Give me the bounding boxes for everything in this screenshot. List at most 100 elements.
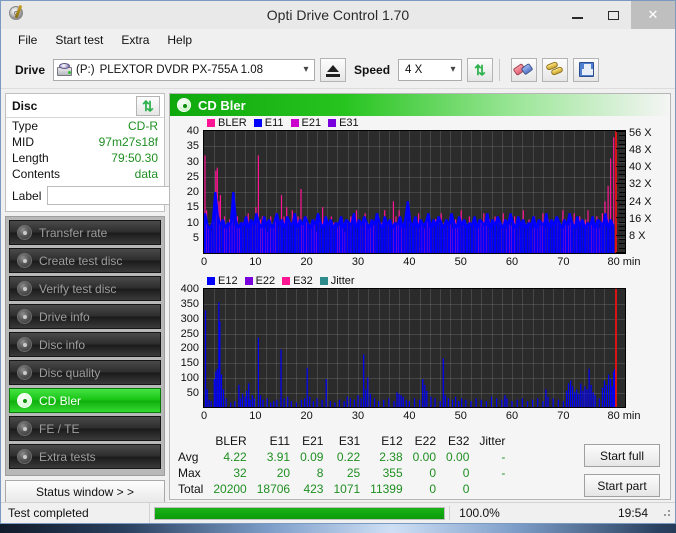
menu-item-start-test[interactable]: Start test xyxy=(46,31,112,49)
e12-chart[interactable]: E12 E22 E32 Jitter 50 100 150 200 250 300 350 400 0 1… xyxy=(170,274,670,428)
menu-item-file[interactable]: File xyxy=(9,31,46,49)
stat-total-e32: 0 xyxy=(462,482,470,496)
sidebar-item-cd-bler[interactable]: CD Bler xyxy=(9,388,161,413)
save-button[interactable] xyxy=(573,57,600,82)
disc-label-row: Label xyxy=(6,182,251,211)
eject-button[interactable] xyxy=(320,57,347,82)
stat-avg-jitter: - xyxy=(501,450,506,464)
start-full-button[interactable]: Start full xyxy=(584,444,660,467)
stat-total-bler: 20200 xyxy=(213,482,247,496)
tools-button[interactable] xyxy=(542,57,569,82)
y-tick-label: 30 xyxy=(186,155,199,168)
refresh-icon: ⇅ xyxy=(142,97,154,114)
sidebar-item-transfer-rate[interactable]: Transfer rate xyxy=(9,220,161,245)
stat-total-e31: 1071 xyxy=(333,482,361,496)
sidebar-item-drive-info[interactable]: Drive info xyxy=(9,304,161,329)
test-action-buttons: Start full Start part xyxy=(584,432,664,497)
sidebar-item-label: Create test disc xyxy=(39,253,123,268)
sidebar-item-disc-quality[interactable]: Disc quality xyxy=(9,360,161,385)
menu-item-extra[interactable]: Extra xyxy=(112,31,158,49)
app-disc-icon xyxy=(6,4,28,26)
status-bar: Test completed 100.0% 19:54 xyxy=(1,502,675,523)
sidebar-item-label: Disc info xyxy=(39,337,86,352)
column-header-e21: E21 xyxy=(302,433,324,448)
speed-select[interactable]: 4 X ▾ xyxy=(398,58,463,81)
disc-key-contents: Contents xyxy=(12,167,61,181)
chart-legend: E12 E22 E32 Jitter xyxy=(207,275,355,287)
sidebar-item-label: Drive info xyxy=(39,309,90,324)
y-tick-label: 20 xyxy=(186,186,199,198)
disc-value-mid: 97m27s18f xyxy=(98,135,158,149)
status-message: Test completed xyxy=(8,506,89,520)
x-tick-label: 0 xyxy=(200,410,208,423)
sidebar-item-label: Disc quality xyxy=(39,365,101,380)
y-tick-label: 15 xyxy=(186,201,199,214)
legend-item: E12 xyxy=(207,275,238,287)
application-window: Opti Drive Control 1.70 ✕ File Start tes… xyxy=(0,0,676,524)
main-panel: CD Bler BLER E11 E21 E31 5 10 15 20 25 30 35 40 8 X 1… xyxy=(169,93,671,500)
y-tick-label: 250 xyxy=(180,327,199,340)
y-tick-label: 10 xyxy=(186,216,199,229)
sidebar-item-label: CD Bler xyxy=(39,393,82,408)
sidebar: Disc ⇅ Type CD-R MID 97m27s18f Length 79… xyxy=(5,93,251,504)
sidebar-item-label: FE / TE xyxy=(39,421,80,436)
y-tick-label: 300 xyxy=(180,312,199,325)
legend-label: Jitter xyxy=(330,275,355,288)
disc-value-contents: data xyxy=(134,167,158,181)
legend-item: E21 xyxy=(290,117,321,129)
disc-refresh-button[interactable]: ⇅ xyxy=(136,95,160,116)
drive-select[interactable]: (P:) PLEXTOR DVDR PX-755A 1.08 ▾ xyxy=(53,58,316,81)
disc-test-icon xyxy=(17,337,32,352)
stat-avg-bler: 4.22 xyxy=(223,450,247,464)
menu-item-help[interactable]: Help xyxy=(158,31,201,49)
x-tick-label: 50 xyxy=(454,410,467,423)
y2-tick-label: 32 X xyxy=(629,178,652,191)
stat-avg-e21: 0.09 xyxy=(300,450,324,464)
tools-icon xyxy=(545,60,564,77)
sidebar-item-extra-tests[interactable]: Extra tests xyxy=(9,444,161,469)
y-tick-label: 50 xyxy=(186,386,199,399)
table-header-row: BLER E11 E21 E31 E12 E22 E32 Jitter xyxy=(176,432,510,449)
start-part-button[interactable]: Start part xyxy=(584,474,660,497)
minimize-icon[interactable] xyxy=(559,1,595,29)
disc-row-length: Length 79:50.30 xyxy=(6,150,164,166)
sidebar-item-create-test-disc[interactable]: Create test disc xyxy=(9,248,161,273)
chevron-down-icon: ▾ xyxy=(450,64,456,75)
legend-item: Jitter xyxy=(319,275,355,288)
disc-value-type: CD-R xyxy=(128,119,158,133)
refresh-button[interactable]: ⇅ xyxy=(467,57,494,82)
progress-cell xyxy=(149,503,449,523)
speed-label: Speed xyxy=(354,62,391,77)
disc-row-type: Type CD-R xyxy=(6,118,164,134)
y-tick-label: 100 xyxy=(180,371,199,384)
stat-avg-e12: 2.38 xyxy=(379,450,403,464)
disc-row-contents: Contents data xyxy=(6,166,164,182)
sidebar-item-verify-test-disc[interactable]: Verify test disc xyxy=(9,276,161,301)
legend-label: E11 xyxy=(264,117,284,129)
maximize-icon[interactable] xyxy=(595,1,631,29)
disc-test-icon xyxy=(17,309,32,324)
refresh-icon: ⇅ xyxy=(474,61,486,78)
stat-max-jitter: - xyxy=(501,466,506,480)
speed-value: 4 X xyxy=(405,63,423,76)
stat-max-e12: 355 xyxy=(382,466,403,480)
close-icon[interactable]: ✕ xyxy=(631,1,675,29)
stat-total-e22: 0 xyxy=(429,482,437,496)
sidebar-item-disc-info[interactable]: Disc info xyxy=(9,332,161,357)
nav-list: Transfer rate Create test disc Verify te… xyxy=(5,216,165,476)
erase-button[interactable] xyxy=(511,57,538,82)
legend-label: E31 xyxy=(339,117,359,129)
statistics-table: BLER E11 E21 E31 E12 E22 E32 Jitter Avg xyxy=(176,432,510,497)
toolbar: Drive (P:) PLEXTOR DVDR PX-755A 1.08 ▾ Sp… xyxy=(1,51,675,89)
sidebar-item-fe-te[interactable]: FE / TE xyxy=(9,416,161,441)
series-e11 xyxy=(204,191,615,253)
bler-chart[interactable]: BLER E11 E21 E31 5 10 15 20 25 30 35 40 8 X 16 X 24 X 3… xyxy=(170,116,670,274)
plot-area xyxy=(203,288,626,409)
table-row: Total 20200 18706 423 1071 11399 0 0 xyxy=(176,481,510,497)
status-window-button[interactable]: Status window > > xyxy=(5,480,165,504)
status-clock: 19:54 xyxy=(617,506,648,520)
stat-max-e22: 0 xyxy=(429,466,437,480)
y2-tick-label: 16 X xyxy=(629,212,652,225)
drive-letter: (P:) xyxy=(76,63,95,76)
resize-grip[interactable] xyxy=(662,508,672,518)
